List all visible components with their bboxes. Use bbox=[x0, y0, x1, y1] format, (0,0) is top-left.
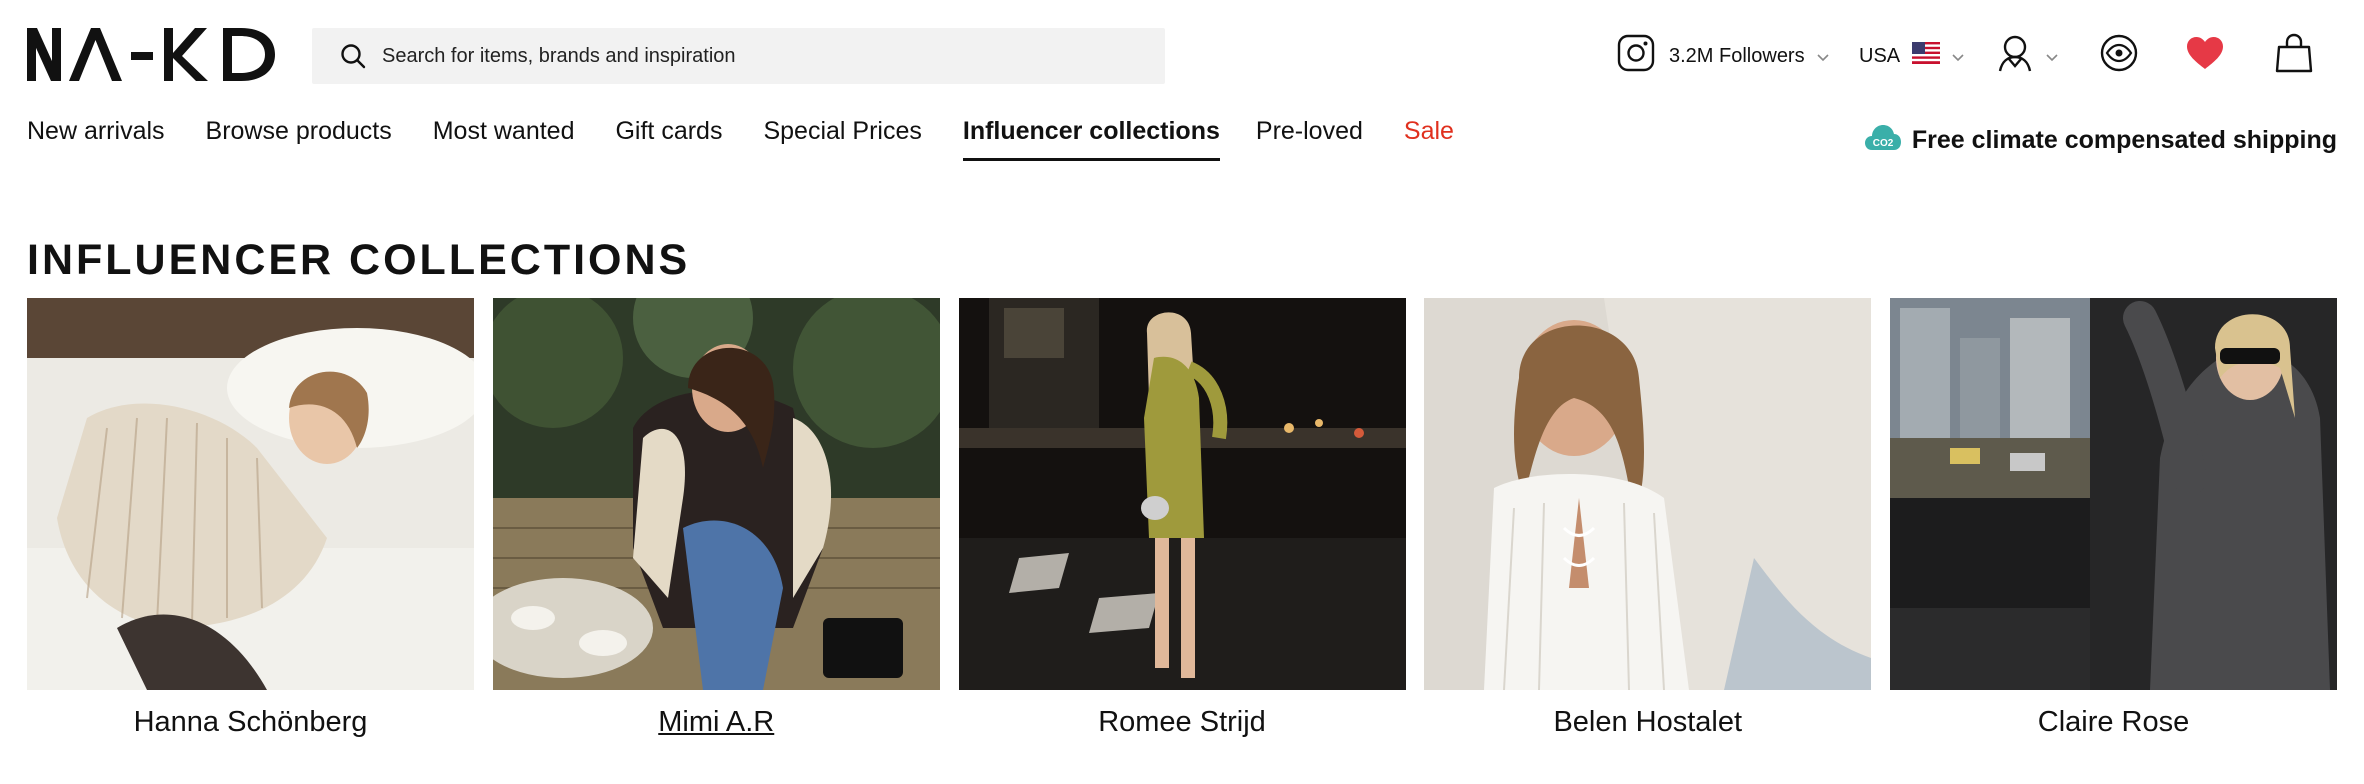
influencer-name[interactable]: Romee Strijd bbox=[1098, 706, 1266, 739]
search-bar[interactable] bbox=[312, 28, 1165, 84]
influencer-photo[interactable] bbox=[27, 298, 474, 690]
instagram-icon bbox=[1617, 34, 1655, 78]
nav-item-browse-products[interactable]: Browse products bbox=[206, 117, 392, 158]
wishlist-button[interactable] bbox=[2186, 30, 2224, 82]
chevron-down-icon bbox=[2046, 45, 2058, 68]
influencer-grid: Hanna Schönberg Mimi A.R Romee Strijd Be… bbox=[27, 298, 2337, 739]
nav-item-pre-loved[interactable]: Pre-loved bbox=[1256, 117, 1363, 158]
influencer-name[interactable]: Mimi A.R bbox=[658, 706, 774, 739]
search-input[interactable] bbox=[382, 44, 1142, 68]
chevron-down-icon bbox=[1952, 45, 1964, 68]
brand-logo[interactable] bbox=[27, 28, 275, 81]
page-title: INFLUENCER COLLECTIONS bbox=[27, 236, 691, 284]
influencer-card[interactable]: Claire Rose bbox=[1890, 298, 2337, 739]
nav-item-special-prices[interactable]: Special Prices bbox=[763, 117, 921, 158]
account-menu[interactable] bbox=[1996, 30, 2058, 82]
influencer-card[interactable]: Hanna Schönberg bbox=[27, 298, 474, 739]
heart-icon bbox=[2186, 36, 2224, 76]
shopping-bag-button[interactable] bbox=[2275, 30, 2313, 82]
influencer-photo[interactable] bbox=[958, 298, 1406, 690]
influencer-card[interactable]: Belen Hostalet bbox=[1424, 298, 1872, 739]
nav-item-sale[interactable]: Sale bbox=[1404, 117, 1454, 158]
instagram-followers-link[interactable]: 3.2M Followers bbox=[1617, 30, 1829, 82]
us-flag-icon bbox=[1912, 42, 1941, 70]
climate-shipping-text: Free climate compensated shipping bbox=[1911, 126, 2337, 154]
nav-item-influencer-collections[interactable]: Influencer collections bbox=[962, 117, 1220, 161]
bag-icon bbox=[2275, 33, 2313, 79]
climate-badge-text: CO2 bbox=[1873, 138, 1894, 149]
chevron-down-icon bbox=[1817, 45, 1829, 68]
country-selector[interactable]: USA bbox=[1859, 30, 1964, 82]
influencer-name[interactable]: Belen Hostalet bbox=[1553, 706, 1742, 739]
recently-viewed-button[interactable] bbox=[2100, 30, 2138, 82]
main-nav: New arrivals Browse products Most wanted… bbox=[27, 117, 1495, 166]
followers-count: 3.2M Followers bbox=[1669, 44, 1805, 67]
influencer-photo[interactable] bbox=[1424, 298, 1872, 690]
influencer-name[interactable]: Claire Rose bbox=[2038, 706, 2190, 739]
nav-item-most-wanted[interactable]: Most wanted bbox=[433, 117, 575, 158]
country-label: USA bbox=[1859, 44, 1901, 67]
influencer-card[interactable]: Mimi A.R bbox=[492, 298, 940, 739]
site-header: 3.2M Followers USA bbox=[0, 0, 2364, 110]
account-icon bbox=[1996, 33, 2034, 79]
influencer-card[interactable]: Romee Strijd bbox=[958, 298, 1406, 739]
search-icon bbox=[338, 41, 368, 71]
climate-shipping-banner[interactable]: CO2 Free climate compensated shipping bbox=[1864, 122, 2337, 159]
climate-cloud-icon: CO2 bbox=[1864, 122, 1902, 159]
nav-item-new-arrivals[interactable]: New arrivals bbox=[27, 117, 165, 158]
influencer-photo[interactable] bbox=[1890, 298, 2337, 690]
influencer-name[interactable]: Hanna Schönberg bbox=[134, 706, 368, 739]
influencer-photo[interactable] bbox=[492, 298, 940, 690]
nav-item-gift-cards[interactable]: Gift cards bbox=[615, 117, 722, 158]
visibility-icon bbox=[2100, 34, 2138, 78]
